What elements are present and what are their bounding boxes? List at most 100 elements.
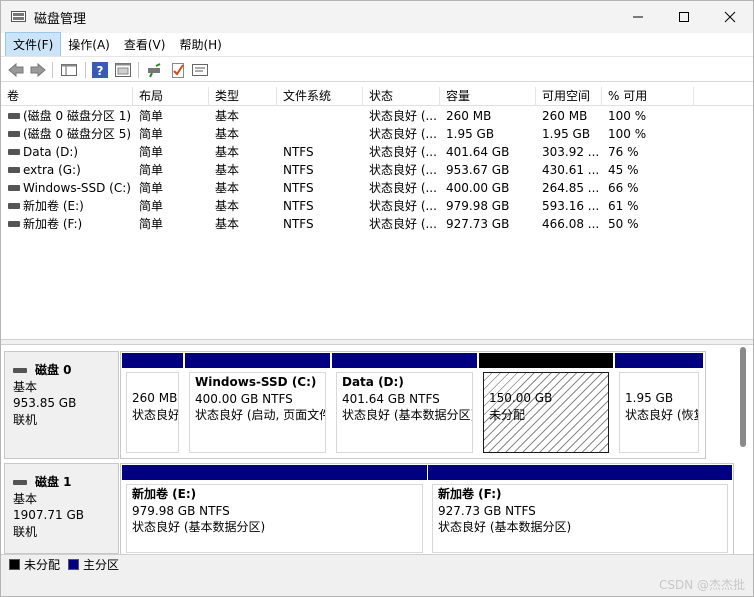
volume-icon	[8, 185, 20, 191]
close-button[interactable]	[707, 1, 753, 33]
column-layout[interactable]: 布局	[133, 87, 209, 106]
volume-row[interactable]: 新加卷 (E:) 简单 基本 NTFS 状态良好 (... 979.98 GB 593.16…	[1, 197, 753, 215]
column-status[interactable]: 状态	[363, 87, 440, 106]
cell-capacity: 927.73 GB	[446, 217, 510, 231]
volume-icon	[8, 131, 20, 137]
cell-percent-free: 76 %	[608, 145, 639, 159]
graph-scrollbar[interactable]	[740, 347, 746, 447]
disk-0-type: 基本	[13, 379, 38, 394]
cell-capacity: 400.00 GB	[446, 181, 510, 195]
column-volume[interactable]: 卷	[1, 87, 133, 106]
cell-percent-free: 66 %	[608, 181, 639, 195]
cell-status: 状态良好 (...	[369, 163, 437, 177]
disk-1-partition-e[interactable]: 新加卷 (E:) 979.98 GB NTFS 状态良好 (基本数据分区)	[122, 465, 427, 557]
connect-icon[interactable]	[146, 61, 164, 79]
check-icon[interactable]	[169, 61, 187, 79]
cell-type: 基本	[215, 199, 240, 213]
volume-list: 卷 布局 类型 文件系统 状态 容量 可用空间 % 可用 (磁盘 0 磁盘分区 …	[1, 87, 753, 339]
partition-status: 状态良好	[132, 407, 179, 422]
maximize-icon	[679, 12, 689, 22]
cell-status: 状态良好 (...	[369, 217, 437, 231]
disk-0-status: 联机	[13, 412, 38, 427]
partition-title: 新加卷 (F:)	[438, 487, 502, 501]
disk-0-partition-5[interactable]: 1.95 GB 状态良好 (恢复	[615, 353, 703, 457]
cell-percent-free: 100 %	[608, 109, 647, 123]
primary-partition-bar	[428, 465, 732, 480]
cell-type: 基本	[215, 145, 240, 159]
primary-partition-bar	[615, 353, 703, 368]
disk-0-unallocated[interactable]: 150.00 GB 未分配	[479, 353, 613, 457]
primary-partition-bar	[122, 465, 427, 480]
cell-status: 状态良好 (...	[369, 127, 437, 141]
cell-free-space: 466.08 ...	[542, 217, 600, 231]
cell-free-space: 260 MB	[542, 109, 588, 123]
cell-type: 基本	[215, 109, 240, 123]
menu-view[interactable]: 查看(V)	[117, 33, 173, 56]
cell-free-space: 303.92 ...	[542, 145, 600, 159]
column-capacity[interactable]: 容量	[440, 87, 536, 106]
disk-0-partition-c[interactable]: Windows-SSD (C:) 400.00 GB NTFS 状态良好 (启动…	[185, 353, 330, 457]
partition-size: 401.64 GB NTFS	[342, 391, 440, 406]
toolbar-separator	[52, 62, 53, 78]
back-arrow-icon[interactable]	[7, 61, 25, 79]
console-tree-icon[interactable]	[60, 61, 78, 79]
disk-0-partition-d[interactable]: Data (D:) 401.64 GB NTFS 状态良好 (基本数据分区)	[332, 353, 477, 457]
partition-title: Data (D:)	[342, 375, 404, 389]
toolbar-separator	[138, 62, 139, 78]
volume-icon	[8, 221, 20, 227]
watermark: CSDN @杰杰批	[658, 578, 745, 592]
maximize-button[interactable]	[661, 1, 707, 33]
menu-action[interactable]: 操作(A)	[61, 33, 117, 56]
disk-0-label[interactable]: 磁盘 0 基本 953.85 GB 联机	[4, 351, 119, 459]
toolbar: ?	[1, 56, 753, 82]
menu-help[interactable]: 帮助(H)	[172, 33, 228, 56]
partition-size: 260 MB	[132, 391, 178, 405]
cell-filesystem: NTFS	[283, 145, 314, 159]
cell-volume-name: (磁盘 0 磁盘分区 5)	[23, 127, 132, 141]
column-type[interactable]: 类型	[209, 87, 277, 106]
volume-row[interactable]: 新加卷 (F:) 简单 基本 NTFS 状态良好 (... 927.73 GB 466.08…	[1, 215, 753, 233]
cell-filesystem	[283, 125, 363, 143]
disk-1-size: 1907.71 GB	[13, 508, 84, 522]
cell-free-space: 430.61 ...	[542, 163, 600, 177]
disk-1-partition-f[interactable]: 新加卷 (F:) 927.73 GB NTFS 状态良好 (基本数据分区)	[428, 465, 732, 557]
menu-file[interactable]: 文件(F)	[5, 31, 62, 57]
column-filesystem[interactable]: 文件系统	[277, 87, 363, 106]
unallocated-swatch	[9, 559, 20, 570]
forward-arrow-icon[interactable]	[29, 61, 47, 79]
volume-row[interactable]: extra (G:) 简单 基本 NTFS 状态良好 (... 953.67 GB 430.…	[1, 161, 753, 179]
volume-row[interactable]: (磁盘 0 磁盘分区 5) 简单 基本 状态良好 (... 1.95 GB 1.95 GB…	[1, 125, 753, 143]
properties-icon[interactable]	[114, 61, 132, 79]
disk-0-partition-1[interactable]: 260 MB 状态良好	[122, 353, 183, 457]
cell-type: 基本	[215, 181, 240, 195]
cell-type: 基本	[215, 217, 240, 231]
column-percent-free[interactable]: % 可用	[602, 87, 694, 106]
title-bar: 磁盘管理	[1, 1, 753, 33]
partition-status: 状态良好 (基本数据分区)	[438, 520, 572, 534]
partition-status: 状态良好 (基本数据分区)	[132, 520, 266, 534]
column-free-space[interactable]: 可用空间	[536, 87, 602, 106]
volume-row[interactable]: (磁盘 0 磁盘分区 1) 简单 基本 状态良好 (... 260 MB 260 MB 10…	[1, 107, 753, 125]
cell-layout: 简单	[139, 181, 164, 195]
disk-0-name: 磁盘 0	[35, 363, 72, 377]
volume-row[interactable]: Windows-SSD (C:) 简单 基本 NTFS 状态良好 (... 400.00 …	[1, 179, 753, 197]
disk-icon	[13, 479, 27, 485]
volume-row[interactable]: Data (D:) 简单 基本 NTFS 状态良好 (... 401.64 GB 303.9…	[1, 143, 753, 161]
cell-capacity: 979.98 GB	[446, 199, 510, 213]
partition-status: 未分配	[489, 407, 526, 422]
help-icon[interactable]: ?	[91, 61, 109, 79]
cell-layout: 简单	[139, 145, 164, 159]
partition-size: 1.95 GB	[625, 391, 674, 405]
cell-free-space: 264.85 ...	[542, 181, 600, 195]
cell-layout: 简单	[139, 109, 164, 123]
disk-1-label[interactable]: 磁盘 1 基本 1907.71 GB 联机	[4, 463, 119, 554]
status-bar	[1, 574, 753, 596]
partition-size: 400.00 GB NTFS	[195, 391, 293, 406]
list-icon[interactable]	[191, 61, 209, 79]
cell-status: 状态良好 (...	[369, 145, 437, 159]
cell-layout: 简单	[139, 127, 164, 141]
disk-management-app-icon	[11, 10, 26, 23]
primary-partition-swatch	[68, 559, 80, 570]
disk-1-status: 联机	[13, 524, 38, 539]
minimize-button[interactable]	[615, 1, 661, 33]
